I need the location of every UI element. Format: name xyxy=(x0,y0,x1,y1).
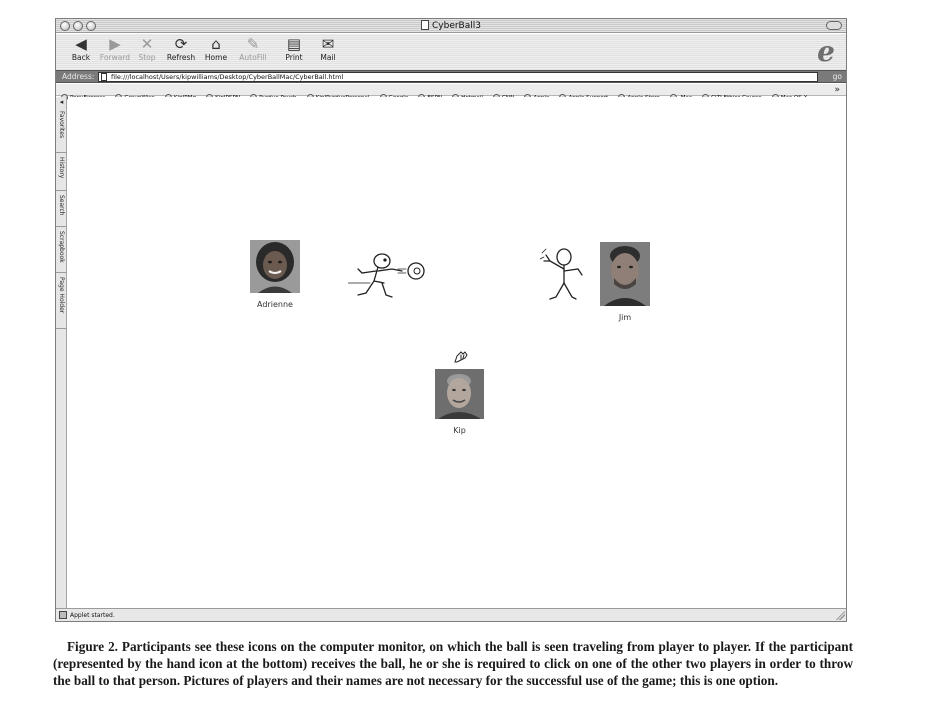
mail-button[interactable]: ✉ Mail xyxy=(309,36,347,63)
go-button[interactable]: go xyxy=(833,72,842,81)
stop-icon: ✕ xyxy=(140,35,154,53)
player-photo xyxy=(435,369,484,419)
print-button[interactable]: ▤ Print xyxy=(275,36,313,63)
player-name: Adrienne xyxy=(257,300,293,309)
tab-history[interactable]: History xyxy=(56,153,67,191)
favorites-overflow-button[interactable]: » xyxy=(834,84,840,96)
back-arrow-icon: ◀ xyxy=(75,35,87,53)
player-kip: Kip xyxy=(435,369,484,435)
player-photo xyxy=(600,242,650,306)
browser-window: CyberBall3 ◀ Back ▶ Forward ✕ Stop ⟳ Ref… xyxy=(55,18,847,622)
page-content: Adrienne Jim Kip xyxy=(68,97,846,608)
player-name: Kip xyxy=(453,426,466,435)
sidebar-toggle-icon[interactable]: ◂ xyxy=(57,99,66,106)
tab-scrapbook[interactable]: Scrapbook xyxy=(56,227,67,273)
document-icon xyxy=(421,20,429,30)
autofill-icon: ✎ xyxy=(246,35,260,53)
status-text: Applet started. xyxy=(70,612,115,619)
throwing-figure-icon xyxy=(348,253,425,298)
tab-page-holder[interactable]: Page Holder xyxy=(56,273,67,329)
stop-button[interactable]: ✕ Stop xyxy=(128,36,166,63)
status-bar: Applet started. xyxy=(56,608,846,621)
player-jim[interactable]: Jim xyxy=(600,242,650,322)
tab-search[interactable]: Search xyxy=(56,191,67,227)
favorites-bar: PonyExpress GroupWise KipIPMq KipIPSPN P… xyxy=(56,84,846,101)
toolbar-toggle-icon[interactable] xyxy=(826,21,842,30)
back-button[interactable]: ◀ Back xyxy=(62,36,100,63)
title-bar[interactable]: CyberBall3 xyxy=(56,19,846,33)
avatar-adrienne xyxy=(250,240,300,293)
tab-favorites[interactable]: Favorites xyxy=(56,107,67,153)
printer-icon: ▤ xyxy=(286,35,302,53)
resize-grip-icon[interactable] xyxy=(836,611,845,620)
avatar-jim xyxy=(600,242,650,306)
autofill-button[interactable]: ✎ AutoFill xyxy=(234,36,272,63)
refresh-button[interactable]: ⟳ Refresh xyxy=(162,36,200,63)
waving-figure-icon xyxy=(540,248,583,300)
browser-logo-icon: e xyxy=(817,35,835,68)
address-bar: Address: file:///localhost/Users/kipwill… xyxy=(56,70,846,83)
explorer-sidebar: ◂ Favorites History Search Scrapbook Pag… xyxy=(56,97,67,608)
window-title: CyberBall3 xyxy=(56,20,846,31)
player-adrienne[interactable]: Adrienne xyxy=(250,240,300,309)
toolbar: ◀ Back ▶ Forward ✕ Stop ⟳ Refresh ⌂ Home… xyxy=(56,34,846,70)
avatar-kip xyxy=(435,369,484,419)
ball-icon xyxy=(407,262,425,280)
applet-status-icon xyxy=(59,611,67,619)
home-button[interactable]: ⌂ Home xyxy=(197,36,235,63)
player-name: Jim xyxy=(618,313,632,322)
url-input[interactable]: file:///localhost/Users/kipwilliams/Desk… xyxy=(98,72,818,82)
page-icon xyxy=(101,73,107,81)
hand-icon xyxy=(454,351,468,363)
player-photo xyxy=(250,240,300,293)
refresh-icon: ⟳ xyxy=(174,35,188,53)
home-icon: ⌂ xyxy=(211,35,221,53)
figure-caption: Figure 2. Participants see these icons o… xyxy=(53,639,853,688)
address-label: Address: xyxy=(62,72,95,81)
mail-icon: ✉ xyxy=(321,35,335,53)
